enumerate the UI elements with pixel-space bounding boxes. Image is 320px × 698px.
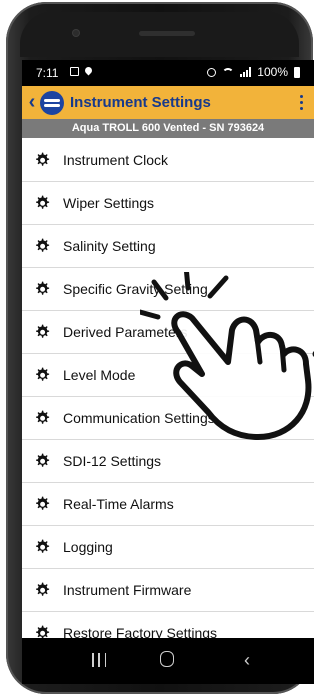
page-title: Instrument Settings [70, 94, 211, 111]
gear-icon [36, 281, 50, 295]
wifi-icon [222, 67, 235, 77]
back-chevron-icon[interactable]: ‹ [24, 86, 40, 119]
settings-item[interactable]: Instrument Firmware [22, 569, 314, 612]
settings-item[interactable]: Real-Time Alarms [22, 483, 314, 526]
settings-item-label: Salinity Setting [63, 238, 156, 254]
settings-item-label: SDI-12 Settings [63, 453, 162, 469]
settings-item-label: Logging [63, 539, 113, 555]
settings-item[interactable]: SDI-12 Settings [22, 440, 314, 483]
app-screen: 7:11 100% ‹ Instrument Settings Aqua TRO… [22, 60, 314, 684]
recents-button[interactable] [92, 653, 106, 667]
gear-icon [36, 539, 50, 553]
settings-item-label: Real-Time Alarms [63, 496, 174, 512]
gear-icon [36, 410, 50, 424]
settings-item-label: Instrument Clock [63, 152, 169, 168]
earpiece-speaker [139, 31, 195, 36]
back-button[interactable]: ‹ [244, 651, 260, 669]
status-bar: 7:11 100% [22, 60, 314, 86]
notification-icon [84, 67, 93, 77]
system-nav-bar: ‹ [22, 638, 314, 684]
instrument-header: Aqua TROLL 600 Vented - SN 793624 [22, 119, 314, 138]
gear-icon [36, 324, 50, 338]
settings-item[interactable]: Logging [22, 526, 314, 569]
gear-icon [36, 453, 50, 467]
settings-item[interactable]: Instrument Clock [22, 139, 314, 182]
app-bar: ‹ Instrument Settings [22, 86, 314, 119]
alarm-icon [207, 67, 217, 77]
battery-percent: 100% [257, 65, 288, 79]
status-time: 7:11 [36, 66, 59, 80]
front-camera [73, 30, 79, 36]
gear-icon [36, 367, 50, 381]
gear-icon [36, 496, 50, 510]
settings-item[interactable]: Wiper Settings [22, 182, 314, 225]
settings-item-label: Wiper Settings [63, 195, 155, 211]
signal-icon [240, 67, 252, 77]
home-button[interactable] [160, 651, 174, 667]
tap-hand-icon [140, 272, 314, 440]
gear-icon [36, 195, 50, 209]
settings-item-label: Instrument Firmware [63, 582, 192, 598]
image-notification-icon [70, 67, 79, 76]
gear-icon [36, 152, 50, 166]
gear-icon [36, 582, 50, 596]
settings-item[interactable]: Salinity Setting [22, 225, 314, 268]
overflow-menu-icon[interactable] [300, 95, 304, 110]
settings-item-label: Level Mode [63, 367, 136, 383]
gear-icon [36, 238, 50, 252]
battery-icon [294, 66, 300, 78]
app-logo [40, 90, 64, 115]
